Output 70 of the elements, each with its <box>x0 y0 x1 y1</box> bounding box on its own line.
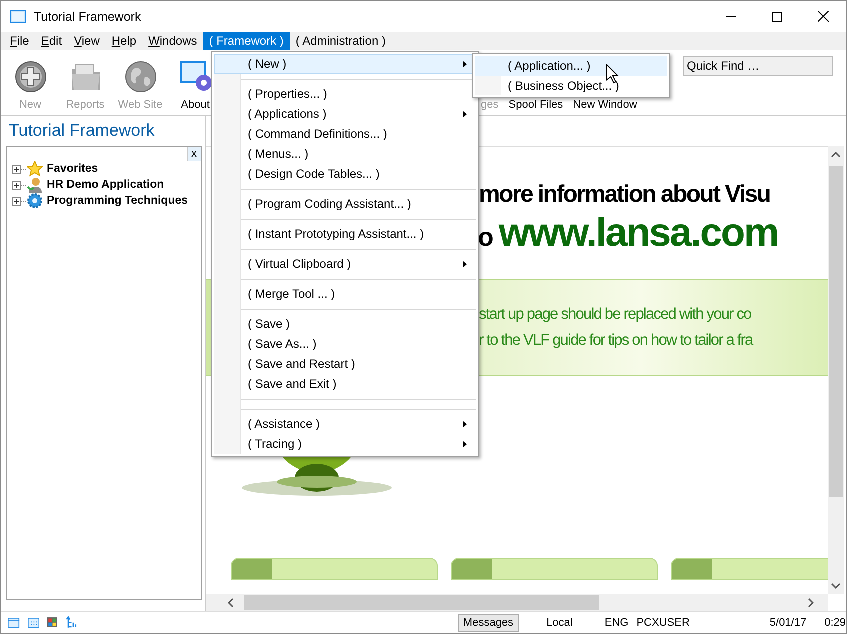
window-icon[interactable] <box>8 616 20 628</box>
star-icon <box>27 161 43 177</box>
user-status: PCXUSER <box>636 616 690 628</box>
window-title: Tutorial Framework <box>34 10 142 24</box>
window-icon <box>10 10 26 23</box>
scroll-up-icon[interactable] <box>831 152 841 158</box>
menu-item[interactable]: Windows <box>142 32 204 50</box>
menu-item[interactable]: ( Save As... ) <box>214 334 476 354</box>
globe-icon <box>124 61 156 93</box>
scroll-down-icon[interactable] <box>831 583 841 589</box>
submenu-arrow-icon <box>463 420 467 428</box>
menu-item[interactable]: ( Save and Exit ) <box>214 374 476 394</box>
navigator-title: Tutorial Framework <box>8 120 156 141</box>
gear-icon <box>27 193 43 209</box>
menu-item[interactable]: ( Administration ) <box>290 32 392 50</box>
menu-item[interactable]: ( Assistance ) <box>214 414 476 434</box>
submenu-arrow-icon <box>463 60 467 68</box>
close-button[interactable]: x <box>186 147 201 161</box>
submenu-arrow-icon <box>463 110 467 118</box>
menu-item[interactable]: ( Properties... ) <box>214 84 476 104</box>
menu-item[interactable]: File <box>4 32 36 50</box>
time-status: 0:29 <box>824 616 846 628</box>
menu-item[interactable]: Help <box>106 32 143 50</box>
tree-item[interactable]: Favorites <box>47 163 98 175</box>
close-icon[interactable] <box>818 11 829 22</box>
toolbar-button[interactable]: New Window <box>568 99 642 111</box>
menu-item[interactable]: ( Save and Restart ) <box>214 354 476 374</box>
menu-item[interactable]: ( Business Object... ) <box>475 76 667 96</box>
submenu-arrow-icon <box>463 260 467 268</box>
hierarchy-icon[interactable] <box>66 615 78 630</box>
tiles-icon[interactable] <box>47 616 58 629</box>
date-status: 5/01/17 <box>770 616 807 628</box>
expander-icon[interactable] <box>12 180 21 190</box>
menu-item[interactable]: ( Application... ) <box>475 56 667 76</box>
menu-item[interactable]: ( Design Code Tables... ) <box>214 164 476 184</box>
toolbar-button[interactable]: Spool Files <box>504 99 568 111</box>
headline: more information about Visu <box>479 181 770 209</box>
submenu-arrow-icon <box>463 440 467 448</box>
expander-icon[interactable] <box>12 164 21 174</box>
tree-item[interactable]: Programming Techniques <box>47 195 188 207</box>
menu-item[interactable]: ( Applications ) <box>214 104 476 124</box>
menu-item[interactable]: ( Framework ) <box>203 32 290 50</box>
menu-item[interactable]: View <box>68 32 106 50</box>
language-status: ENG <box>604 616 629 628</box>
expander-icon[interactable] <box>12 196 21 206</box>
menu-item[interactable]: Edit <box>35 32 68 50</box>
banner-text: start up page should be replaced with your co <box>479 306 752 324</box>
tree-item[interactable]: HR Demo Application <box>47 179 164 191</box>
menu-item[interactable]: ( Program Coding Assistant... ) <box>214 194 476 214</box>
headline-fragment: o <box>478 222 493 252</box>
menu-item[interactable]: ( Command Definitions... ) <box>214 124 476 144</box>
horizontal-scrollbar[interactable] <box>206 594 828 611</box>
vertical-scrollbar[interactable] <box>828 146 844 594</box>
scroll-left-icon[interactable] <box>228 598 234 608</box>
menu-item[interactable]: ( Tracing ) <box>214 434 476 454</box>
plus-icon <box>14 61 46 93</box>
quick-find-field[interactable]: Quick Find … <box>683 56 833 76</box>
location-status: Local <box>546 616 573 628</box>
banner-text: r to the VLF guide for tips on how to tailor a fra <box>479 332 753 350</box>
website-link[interactable]: www.lansa.com <box>498 211 778 255</box>
maximize-icon[interactable] <box>772 12 782 22</box>
menu-item[interactable]: ( Virtual Clipboard ) <box>214 254 476 274</box>
scroll-right-icon[interactable] <box>808 598 814 608</box>
menu-item[interactable]: ( Instant Prototyping Assistant... ) <box>214 224 476 244</box>
grid-icon[interactable] <box>28 616 40 628</box>
person-icon <box>27 177 43 193</box>
menu-item[interactable]: ( Save ) <box>214 314 476 334</box>
messages-button[interactable]: Messages <box>458 614 519 632</box>
menu-item[interactable]: ( Menus... ) <box>214 144 476 164</box>
menu-item[interactable]: ( Merge Tool ... ) <box>214 284 476 304</box>
